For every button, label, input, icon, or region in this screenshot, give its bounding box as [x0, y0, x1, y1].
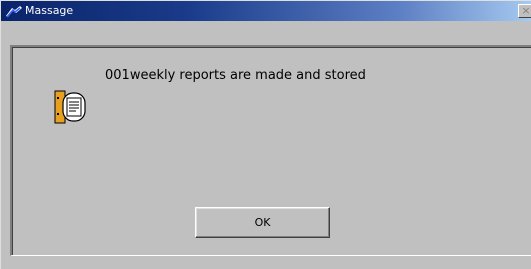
title-bar[interactable]: Massage × — [1, 1, 531, 21]
ok-button[interactable]: OK — [195, 207, 330, 238]
message-dialog-window: Massage × 001weekly reports are made and… — [0, 0, 531, 269]
report-document-icon — [53, 89, 89, 125]
dialog-message: 001weekly reports are made and stored — [105, 68, 366, 83]
ok-button-label: OK — [254, 216, 271, 229]
window-title: Massage — [25, 4, 74, 17]
app-icon — [5, 4, 23, 18]
close-icon: × — [521, 4, 531, 17]
close-button[interactable]: × — [518, 4, 531, 18]
